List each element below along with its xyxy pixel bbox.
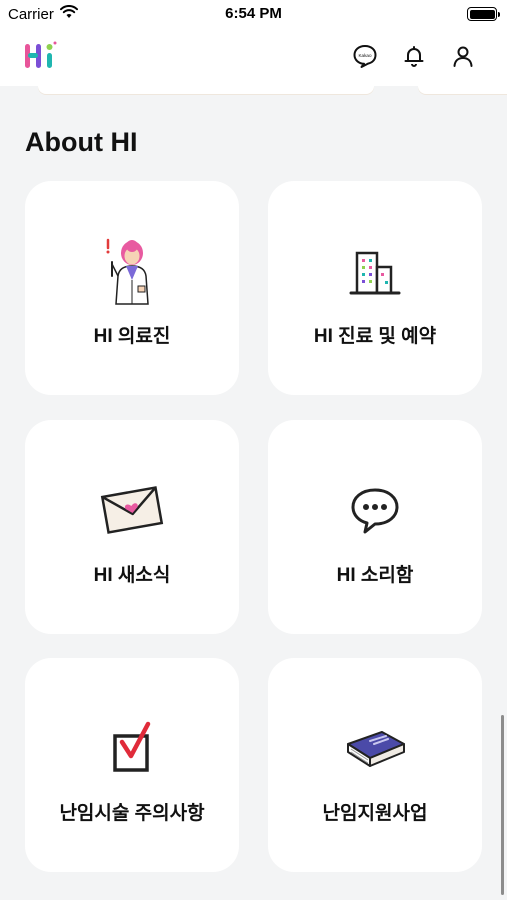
- card-hi-treatment-reservation[interactable]: HI 진료 및 예약: [268, 181, 482, 395]
- building-illustration: [268, 236, 482, 306]
- section-title: About HI: [25, 127, 138, 157]
- speech-bubble-illustration: [268, 475, 482, 545]
- doctor-illustration: [25, 236, 239, 306]
- kakao-chat-icon[interactable]: Kakao: [351, 42, 379, 70]
- status-time: 6:54 PM: [225, 5, 282, 22]
- card-label: HI 의료진: [93, 326, 171, 347]
- card-label: HI 새소식: [93, 565, 171, 586]
- card-label: HI 소리함: [336, 565, 414, 586]
- previous-card-edge: [418, 86, 507, 94]
- app-header: Kakao: [0, 30, 507, 86]
- previous-card-edge: [38, 86, 374, 94]
- card-label: 난임지원사업: [322, 803, 428, 824]
- checkbox-illustration: [25, 713, 239, 783]
- app-logo[interactable]: [22, 38, 62, 74]
- envelope-illustration: [25, 475, 239, 545]
- bell-icon[interactable]: [400, 42, 428, 70]
- card-label: 난임시술 주의사항: [59, 803, 205, 824]
- card-label: HI 진료 및 예약: [313, 326, 437, 347]
- battery-icon: [467, 7, 500, 21]
- kakao-icon-text: Kakao: [358, 53, 371, 58]
- status-bar: Carrier 6:54 PM: [0, 0, 507, 30]
- card-infertility-precautions[interactable]: 난임시술 주의사항: [25, 658, 239, 872]
- card-infertility-support[interactable]: 난임지원사업: [268, 658, 482, 872]
- book-illustration: [268, 713, 482, 783]
- card-hi-doctors[interactable]: HI 의료진: [25, 181, 239, 395]
- user-icon[interactable]: [449, 42, 477, 70]
- card-hi-voice-box[interactable]: HI 소리함: [268, 420, 482, 634]
- vertical-scrollbar[interactable]: [501, 715, 504, 895]
- card-hi-news[interactable]: HI 새소식: [25, 420, 239, 634]
